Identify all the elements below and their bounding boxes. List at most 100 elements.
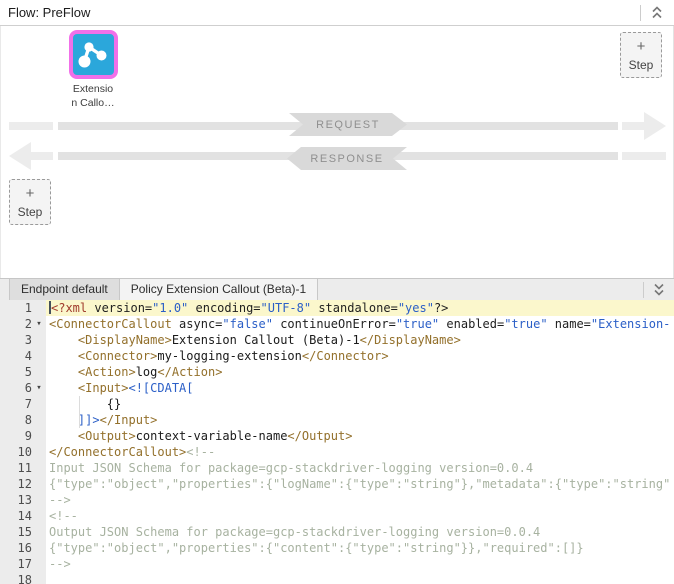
tab-endpoint-default[interactable]: Endpoint default	[9, 279, 120, 300]
gutter-cell: 15	[0, 524, 46, 540]
line-number: 15	[0, 524, 32, 540]
line-number: 4	[0, 348, 32, 364]
token-text: {}	[49, 397, 121, 411]
header-divider	[640, 5, 641, 21]
gutter-cell: 7	[0, 396, 46, 412]
add-step-button-top[interactable]: + Step	[620, 32, 662, 78]
token-str: "false"	[222, 317, 273, 331]
code-line: 7 {}	[0, 396, 674, 412]
request-arrowhead-icon	[644, 112, 666, 140]
token-attr: async=	[172, 317, 223, 331]
gutter-cell: 17	[0, 556, 46, 572]
code-line-content[interactable]: <Action>log</Action>	[46, 364, 674, 380]
token-tag: <ConnectorCallout	[49, 317, 172, 331]
gutter-cell: 9	[0, 428, 46, 444]
token-attr: enabled=	[439, 317, 504, 331]
code-line-content[interactable]: -->	[46, 556, 674, 572]
code-line-content[interactable]: {"type":"object","properties":{"content"…	[46, 540, 674, 556]
line-number: 13	[0, 492, 32, 508]
code-line-content[interactable]: ]]></Input>	[46, 412, 674, 428]
token-comment: <!--	[49, 509, 78, 523]
token-attr: encoding=	[188, 301, 260, 315]
token-text	[49, 333, 78, 347]
plus-icon: +	[637, 39, 646, 55]
code-line: 17 -->	[0, 556, 674, 572]
gutter-cell: 11	[0, 460, 46, 476]
token-cdata: <![CDATA[	[128, 381, 193, 395]
code-line-content[interactable]: <ConnectorCallout async="false" continue…	[46, 316, 674, 332]
token-text: log	[136, 365, 158, 379]
token-attr: continueOnError=	[273, 317, 396, 331]
token-str: "Extension-	[591, 317, 670, 331]
code-line: 15 Output JSON Schema for package=gcp-sta…	[0, 524, 674, 540]
code-line: 18	[0, 572, 674, 584]
code-line-content[interactable]: <!--	[46, 508, 674, 524]
gutter-cell: 12	[0, 476, 46, 492]
code-line-content[interactable]: {"type":"object","properties":{"logName"…	[46, 476, 674, 492]
code-line-content[interactable]: -->	[46, 492, 674, 508]
code-line-content[interactable]: <?xml version="1.0" encoding="UTF-8" sta…	[46, 300, 674, 316]
fold-spacer	[32, 540, 46, 556]
code-line-content[interactable]: {}	[46, 396, 674, 412]
code-line-content[interactable]: <Output>context-variable-name</Output>	[46, 428, 674, 444]
add-step-label: Step	[629, 58, 654, 72]
code-line: 13 -->	[0, 492, 674, 508]
line-number: 17	[0, 556, 32, 572]
gutter-cell: 8	[0, 412, 46, 428]
token-tag: </ConnectorCallout>	[49, 445, 186, 459]
token-tag: </Output>	[287, 429, 352, 443]
gutter-cell: 13	[0, 492, 46, 508]
policy-extension-callout-step[interactable]: Extensio n Callo…	[67, 30, 119, 110]
code-line-content[interactable]: </ConnectorCallout><!--	[46, 444, 674, 460]
add-step-label: Step	[18, 205, 43, 219]
token-tag: <Output>	[78, 429, 136, 443]
fold-toggle-icon[interactable]: ▾	[32, 316, 46, 332]
code-line-content[interactable]	[46, 572, 674, 584]
token-str: "true"	[504, 317, 547, 331]
token-text: my-logging-extension	[157, 349, 302, 363]
token-tag: <DisplayName>	[78, 333, 172, 347]
code-line: 9 <Output>context-variable-name</Output>	[0, 428, 674, 444]
code-line-content[interactable]: <DisplayName>Extension Callout (Beta)-1<…	[46, 332, 674, 348]
fold-spacer	[32, 444, 46, 460]
fold-spacer	[32, 300, 46, 316]
token-text: context-variable-name	[136, 429, 288, 443]
token-attr: ?>	[434, 301, 448, 315]
line-number: 12	[0, 476, 32, 492]
request-flow-banner: REQUEST	[289, 113, 407, 136]
flow-panel-header: Flow: PreFlow	[0, 0, 674, 26]
code-line-content[interactable]: <Input><![CDATA[	[46, 380, 674, 396]
fold-toggle-icon[interactable]: ▾	[32, 380, 46, 396]
token-tag: <Action>	[78, 365, 136, 379]
token-str: "true"	[396, 317, 439, 331]
response-flow-banner: RESPONSE	[287, 147, 407, 170]
add-step-button-bottom[interactable]: + Step	[9, 179, 51, 225]
tab-policy-extension-callout[interactable]: Policy Extension Callout (Beta)-1	[120, 279, 318, 300]
collapse-flow-panel-button[interactable]	[648, 3, 666, 22]
xml-code-editor[interactable]: 1<?xml version="1.0" encoding="UTF-8" st…	[0, 300, 674, 584]
editor-tab-bar: Endpoint default Policy Extension Callou…	[0, 278, 674, 300]
response-arrow-stem	[29, 152, 53, 160]
fold-spacer	[32, 556, 46, 572]
response-right-stub	[622, 152, 666, 160]
flow-title: Flow: PreFlow	[8, 5, 90, 20]
collapse-editor-button[interactable]	[650, 280, 668, 299]
token-str: "UTF-8"	[261, 301, 312, 315]
code-line-content[interactable]: Input JSON Schema for package=gcp-stackd…	[46, 460, 674, 476]
line-number: 10	[0, 444, 32, 460]
line-number: 14	[0, 508, 32, 524]
request-left-stub	[9, 122, 53, 130]
extension-callout-policy-icon	[69, 30, 118, 79]
token-tag: <Input>	[78, 381, 129, 395]
token-comment: {"type":"object","properties":{"logName"…	[49, 477, 670, 491]
token-comment: Output JSON Schema for package=gcp-stack…	[49, 525, 540, 539]
flow-canvas: REQUEST RESPONSE Extensio n Callo… +	[0, 26, 674, 278]
token-text	[49, 429, 78, 443]
token-tag: </Input>	[100, 413, 158, 427]
line-number: 18	[0, 572, 32, 584]
flow-editor-app: Flow: PreFlow REQUEST RES	[0, 0, 674, 584]
code-line-content[interactable]: Output JSON Schema for package=gcp-stack…	[46, 524, 674, 540]
token-attr: standalone=	[311, 301, 398, 315]
gutter-cell: 1	[0, 300, 46, 316]
code-line-content[interactable]: <Connector>my-logging-extension</Connect…	[46, 348, 674, 364]
